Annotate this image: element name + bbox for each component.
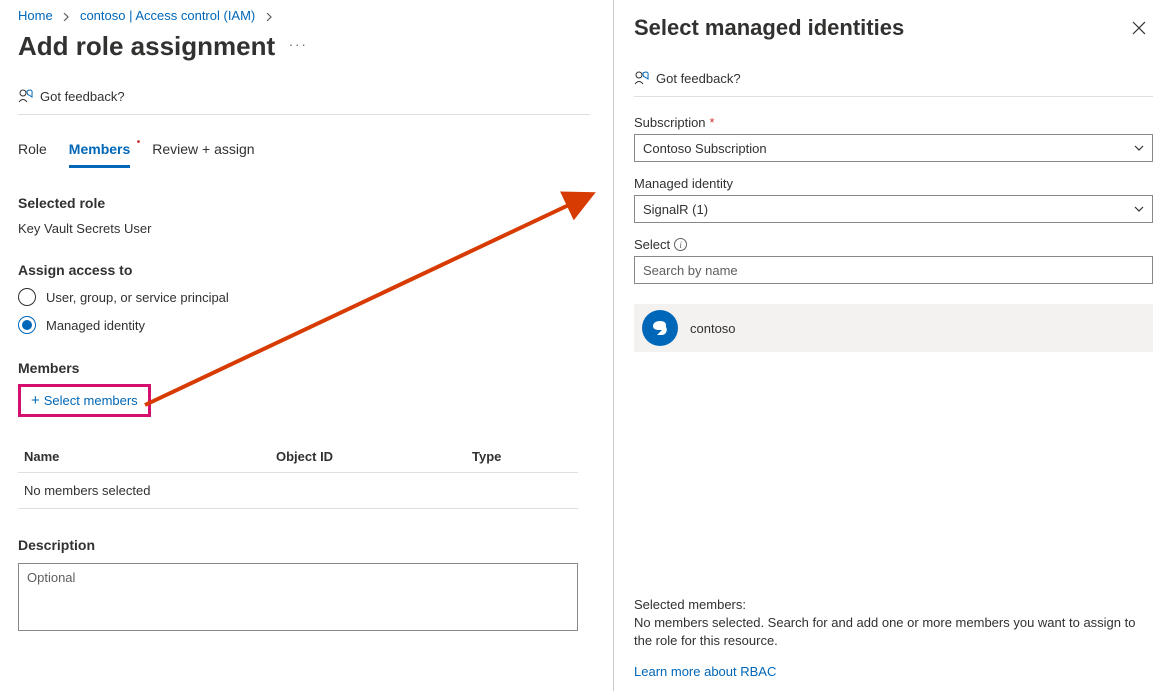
description-label: Description <box>18 537 590 553</box>
feedback-link[interactable]: Got feedback? <box>18 88 590 104</box>
signalr-icon <box>642 310 678 346</box>
panel-title: Select managed identities <box>634 15 904 41</box>
learn-more-rbac-link[interactable]: Learn more about RBAC <box>634 664 776 679</box>
feedback-icon <box>634 70 650 86</box>
panel-feedback-link[interactable]: Got feedback? <box>634 70 1153 86</box>
selected-role-value: Key Vault Secrets User <box>18 221 590 236</box>
search-input[interactable] <box>634 256 1153 284</box>
assign-access-label: Assign access to <box>18 262 590 278</box>
tab-review[interactable]: Review + assign <box>152 141 254 168</box>
chevron-down-icon <box>1134 143 1144 153</box>
col-name: Name <box>18 441 270 473</box>
feedback-icon <box>18 88 34 104</box>
page-title: Add role assignment <box>18 31 275 62</box>
selected-role-label: Selected role <box>18 195 590 211</box>
selected-members-label: Selected members: <box>634 597 1153 612</box>
radio-managed-identity[interactable]: Managed identity <box>18 316 590 334</box>
select-members-text: Select members <box>44 393 138 408</box>
plus-icon: + <box>31 393 40 408</box>
col-type: Type <box>466 441 578 473</box>
tab-members[interactable]: Members <box>69 141 130 168</box>
description-input[interactable] <box>18 563 578 631</box>
managed-identity-select[interactable]: SignalR (1) <box>634 195 1153 223</box>
col-objectid: Object ID <box>270 441 466 473</box>
breadcrumb: Home contoso | Access control (IAM) <box>18 8 590 31</box>
breadcrumb-iam[interactable]: contoso | Access control (IAM) <box>80 8 255 23</box>
select-managed-identities-panel: Select managed identities Got feedback? … <box>613 0 1173 691</box>
breadcrumb-home[interactable]: Home <box>18 8 53 23</box>
list-item-name: contoso <box>690 321 736 336</box>
table-row: No members selected <box>18 473 578 509</box>
radio-icon <box>18 288 36 306</box>
members-empty-text: No members selected <box>18 473 578 509</box>
managed-identity-value: SignalR (1) <box>643 202 708 217</box>
list-item[interactable]: contoso <box>634 304 1153 352</box>
selected-members-text: No members selected. Search for and add … <box>634 614 1153 650</box>
chevron-down-icon <box>1134 204 1144 214</box>
chevron-right-icon <box>265 8 273 23</box>
divider <box>18 114 590 115</box>
more-actions-button[interactable]: ··· <box>289 37 308 52</box>
close-icon <box>1132 21 1146 35</box>
members-table: Name Object ID Type No members selected <box>18 441 578 509</box>
subscription-value: Contoso Subscription <box>643 141 767 156</box>
tabs: Role Members Review + assign <box>18 141 590 169</box>
select-label: Select i <box>634 237 1153 252</box>
radio-icon <box>18 316 36 334</box>
divider <box>634 96 1153 97</box>
radio-user-label: User, group, or service principal <box>46 290 229 305</box>
members-label: Members <box>18 360 590 376</box>
radio-mi-label: Managed identity <box>46 318 145 333</box>
radio-user-group[interactable]: User, group, or service principal <box>18 288 590 306</box>
tab-role[interactable]: Role <box>18 141 47 168</box>
subscription-select[interactable]: Contoso Subscription <box>634 134 1153 162</box>
chevron-right-icon <box>62 8 74 23</box>
feedback-label: Got feedback? <box>40 89 125 104</box>
info-icon[interactable]: i <box>674 238 687 251</box>
close-button[interactable] <box>1125 14 1153 42</box>
panel-feedback-label: Got feedback? <box>656 71 741 86</box>
managed-identity-label: Managed identity <box>634 176 1153 191</box>
subscription-label: Subscription* <box>634 115 1153 130</box>
select-members-button[interactable]: + Select members <box>18 384 151 417</box>
